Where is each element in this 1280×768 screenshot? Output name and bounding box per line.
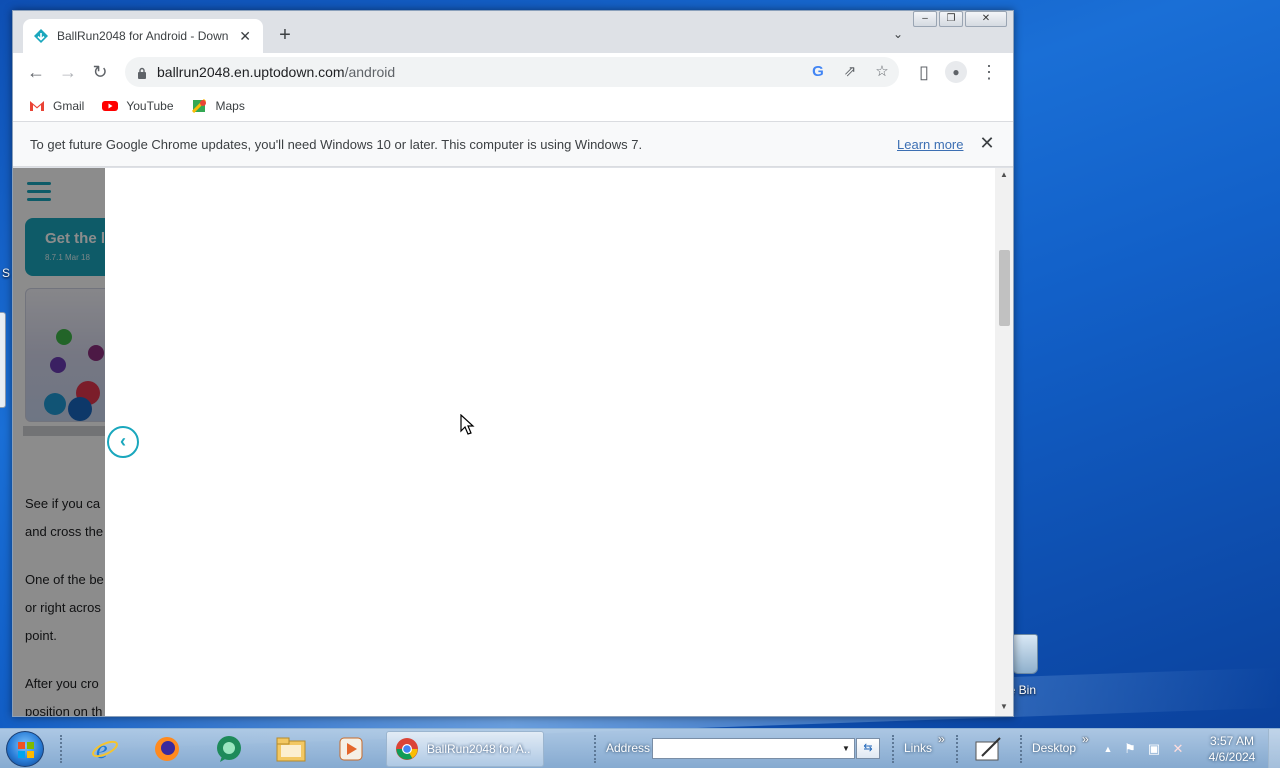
action-center-flag-icon[interactable]: ⚑ (1122, 741, 1138, 757)
windows-logo-icon (18, 742, 34, 758)
desktop-chevron-icon[interactable]: » (1082, 732, 1089, 746)
close-window-button[interactable]: ✕ (965, 11, 1007, 27)
bookmark-label: Maps (215, 99, 245, 113)
maps-icon (191, 99, 206, 113)
notepad-quicklaunch[interactable] (964, 731, 1014, 767)
page-scrollbar[interactable]: ▲ ▼ (995, 168, 1013, 716)
address-toolbar-label: Address (606, 741, 651, 755)
bookmark-maps[interactable]: Maps (191, 99, 245, 113)
web-page: Get the l 8.7.1 Mar 18 See if you ca and… (13, 168, 1013, 716)
lock-icon[interactable] (137, 66, 147, 79)
toolbar-grip[interactable] (956, 735, 960, 763)
messenger-pinned[interactable] (204, 731, 254, 767)
links-chevron-icon[interactable]: » (938, 732, 945, 746)
chrome-menu-icon[interactable]: ⋮ (978, 61, 1000, 83)
file-explorer-pinned[interactable] (266, 731, 316, 767)
update-infobar: To get future Google Chrome updates, you… (13, 121, 1013, 167)
url-path: /android (344, 64, 396, 80)
browser-window: BallRun2048 for Android - Down ✕ + ⌄ – ❐… (12, 10, 1014, 717)
bookmark-label: Gmail (53, 99, 85, 113)
window-controls: – ❐ ✕ (913, 11, 1007, 27)
windows-taskbar: e BallRun2048 for A... Address ▼ ⇆ Links… (0, 728, 1280, 768)
internet-explorer-pinned[interactable]: e (80, 731, 130, 767)
bookmarks-bar: Gmail YouTube Maps (13, 91, 1013, 121)
infobar-close-icon[interactable]: ✕ (979, 133, 995, 154)
recycle-bin-icon (1012, 634, 1038, 674)
share-icon[interactable]: ⇗ (841, 63, 859, 81)
media-player-pinned[interactable] (326, 731, 376, 767)
bookmark-youtube[interactable]: YouTube (102, 99, 174, 113)
back-button[interactable]: ← (25, 61, 47, 83)
desktop-gadget-partial (0, 312, 6, 408)
start-button[interactable] (6, 731, 44, 767)
mouse-cursor-icon (460, 414, 475, 435)
links-toolbar-label[interactable]: Links (904, 741, 932, 755)
url-text: ballrun2048.en.uptodown.com/android (157, 64, 395, 80)
network-icon[interactable]: ▣ (1146, 741, 1162, 757)
toolbar-grip[interactable] (594, 735, 598, 763)
tab-title: BallRun2048 for Android - Down (57, 29, 229, 43)
minimize-button[interactable]: – (913, 11, 937, 27)
tab-close-icon[interactable]: ✕ (237, 28, 253, 45)
gmail-icon (30, 101, 44, 111)
toolbar-grip[interactable] (892, 735, 896, 763)
taskbar-app-label: BallRun2048 for A... (427, 742, 531, 756)
toolbar-grip[interactable] (60, 735, 64, 763)
svg-text:e: e (96, 735, 108, 764)
toolbar-grip[interactable] (1020, 735, 1024, 763)
omnibox-actions: G ⇗ ☆ (809, 63, 891, 81)
bookmark-label: YouTube (126, 99, 174, 113)
recycle-bin-shortcut[interactable]: le Bin (1006, 630, 1066, 700)
firefox-pinned[interactable] (142, 731, 192, 767)
tab-search-chevron-icon[interactable]: ⌄ (893, 27, 903, 41)
restore-button[interactable]: ❐ (939, 11, 963, 27)
address-go-button[interactable]: ⇆ (856, 738, 880, 759)
screenshot-viewer-modal (105, 168, 995, 716)
google-lens-icon[interactable]: G (809, 63, 827, 81)
show-hidden-icons-arrow-icon[interactable]: ▲ (1100, 741, 1116, 757)
clock-time: 3:57 AM (1209, 734, 1255, 748)
chrome-icon (396, 738, 418, 760)
clock-date: 4/6/2024 (1208, 750, 1256, 764)
learn-more-link[interactable]: Learn more (897, 137, 963, 152)
volume-muted-icon[interactable]: ✕ (1170, 741, 1186, 757)
scroll-up-arrow-icon[interactable]: ▲ (995, 170, 1013, 184)
taskbar-address-input[interactable] (652, 738, 855, 759)
bookmark-star-icon[interactable]: ☆ (873, 63, 891, 81)
chat-app-icon (217, 736, 241, 762)
bookmark-gmail[interactable]: Gmail (29, 99, 84, 113)
scrollbar-thumb[interactable] (999, 250, 1010, 326)
infobar-message: To get future Google Chrome updates, you… (30, 137, 643, 152)
scroll-down-arrow-icon[interactable]: ▼ (995, 702, 1013, 716)
pen-notepad-icon (975, 737, 1001, 761)
url-host: ballrun2048.en.uptodown.com (157, 64, 345, 80)
youtube-icon (102, 101, 119, 111)
show-desktop-button[interactable] (1268, 729, 1280, 768)
system-clock[interactable]: 3:57 AM 4/6/2024 (1198, 733, 1266, 765)
reload-button[interactable]: ↻ (89, 61, 111, 83)
media-player-icon (339, 737, 363, 761)
desktop-toolbar-label[interactable]: Desktop (1032, 741, 1076, 755)
previous-arrow-button[interactable]: ‹ (107, 426, 139, 458)
desktop-icon-label-partial: S (2, 266, 11, 280)
address-bar[interactable]: ballrun2048.en.uptodown.com/android G ⇗ … (125, 57, 899, 87)
tab-strip: BallRun2048 for Android - Down ✕ + ⌄ – ❐… (13, 11, 1013, 53)
folder-icon (276, 737, 306, 762)
address-dropdown-icon[interactable]: ▼ (838, 739, 854, 758)
side-panel-icon[interactable]: ▯ (913, 61, 935, 83)
forward-button[interactable]: → (57, 61, 79, 83)
internet-explorer-icon: e (92, 735, 118, 764)
tab-ballrun2048[interactable]: BallRun2048 for Android - Down ✕ (23, 19, 263, 53)
new-tab-button[interactable]: + (275, 25, 295, 45)
profile-avatar-icon[interactable]: ● (945, 61, 967, 83)
firefox-icon (155, 737, 179, 761)
uptodown-favicon-icon (33, 28, 49, 44)
taskbar-chrome-window[interactable]: BallRun2048 for A... (386, 731, 544, 767)
browser-toolbar: ← → ↻ ballrun2048.en.uptodown.com/androi… (13, 53, 1013, 91)
